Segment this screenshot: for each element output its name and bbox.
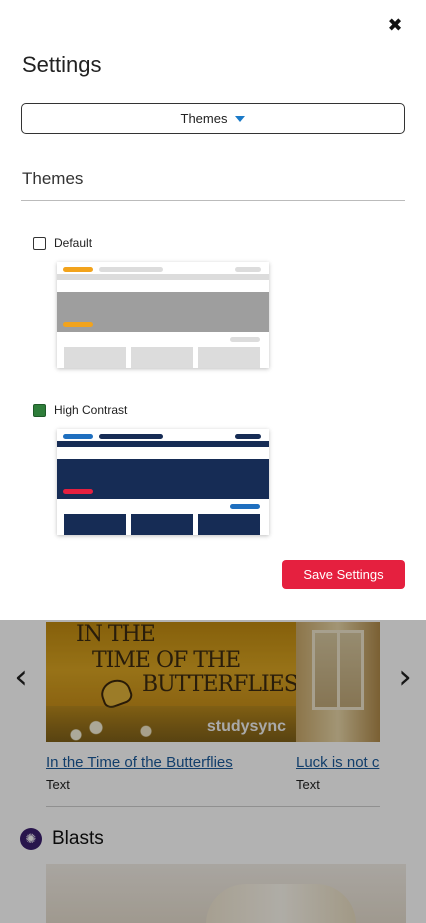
section-title: Themes — [22, 169, 84, 188]
preview-card — [131, 514, 193, 535]
theme-option-high-contrast[interactable]: High Contrast — [33, 403, 127, 417]
preview-nav — [57, 274, 269, 280]
preview-bar — [235, 434, 261, 439]
preview-bar — [99, 434, 163, 439]
preview-accent — [63, 267, 93, 272]
preview-accent — [63, 489, 93, 494]
dropdown-label: Themes — [180, 111, 228, 126]
preview-card — [131, 347, 193, 368]
preview-bar — [230, 504, 260, 509]
preview-bar — [230, 337, 260, 342]
default-theme-preview[interactable] — [57, 262, 269, 368]
close-icon[interactable]: ✖ — [384, 14, 406, 36]
preview-nav — [57, 441, 269, 447]
settings-panel: ✖ Settings Themes Themes Default High Co… — [0, 0, 426, 620]
preview-bar — [99, 267, 163, 272]
checkbox[interactable] — [33, 236, 46, 250]
caret-down-icon — [235, 115, 246, 122]
preview-bar — [235, 267, 261, 272]
theme-label: High Contrast — [54, 403, 128, 417]
save-settings-button[interactable]: Save Settings — [282, 560, 405, 589]
theme-option-default[interactable]: Default — [33, 236, 92, 250]
preview-card — [64, 347, 126, 368]
themes-dropdown[interactable]: Themes — [21, 103, 405, 134]
high-contrast-theme-preview[interactable] — [57, 429, 269, 535]
section-divider — [21, 200, 405, 201]
preview-card — [198, 347, 260, 368]
checkbox[interactable] — [33, 403, 46, 417]
preview-card — [64, 514, 126, 535]
preview-accent — [63, 434, 93, 439]
theme-label: Default — [54, 236, 93, 250]
panel-title: Settings — [22, 52, 102, 77]
preview-accent — [63, 322, 93, 327]
preview-card — [198, 514, 260, 535]
